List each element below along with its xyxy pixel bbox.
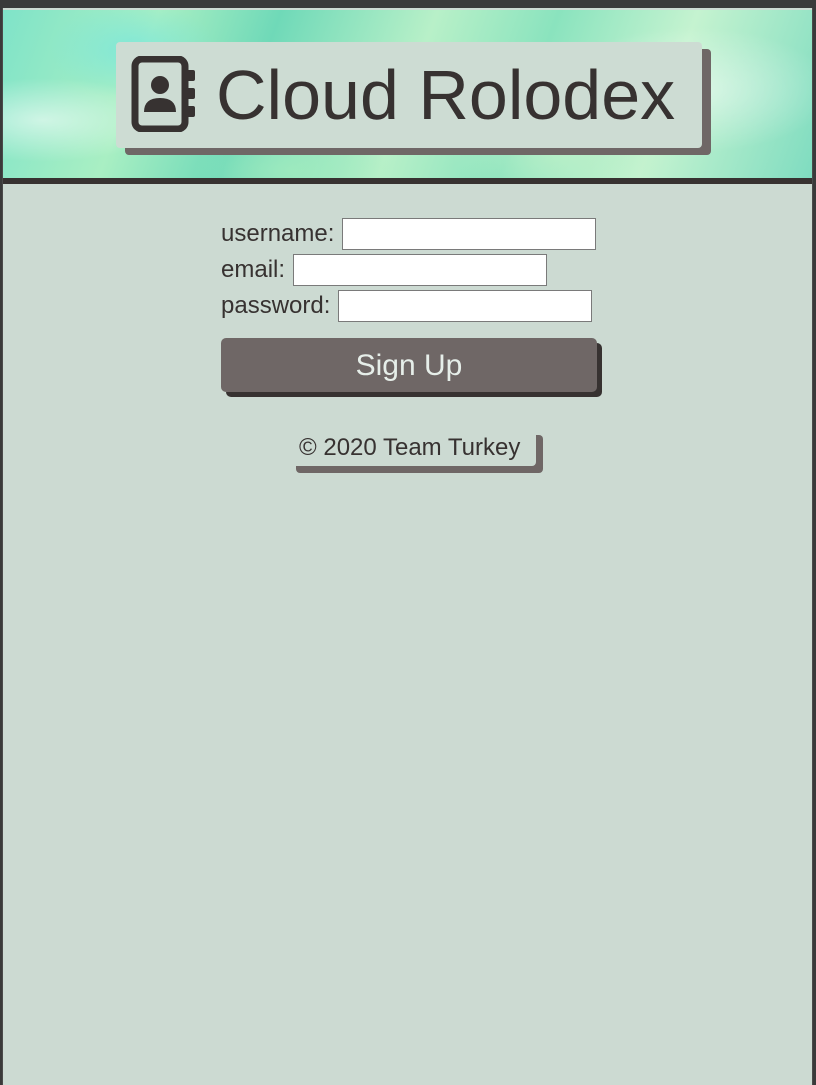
page-frame: Cloud Rolodex username: email: password:… [2, 8, 813, 1085]
password-input[interactable] [338, 290, 593, 322]
address-book-icon [131, 56, 195, 132]
username-input[interactable] [342, 218, 597, 250]
footer-copyright: © 2020 Team Turkey [289, 428, 537, 466]
username-label: username: [221, 220, 335, 247]
email-row: email: [221, 254, 548, 286]
password-label: password: [221, 292, 331, 319]
app-title: Cloud Rolodex [216, 56, 676, 134]
email-label: email: [221, 256, 286, 283]
email-input[interactable] [293, 254, 548, 286]
header-divider [3, 178, 812, 184]
sign-up-button[interactable]: Sign Up [221, 338, 597, 392]
username-row: username: [221, 218, 597, 250]
password-row: password: [221, 290, 593, 322]
header-banner: Cloud Rolodex [3, 10, 812, 178]
title-card: Cloud Rolodex [116, 42, 702, 148]
